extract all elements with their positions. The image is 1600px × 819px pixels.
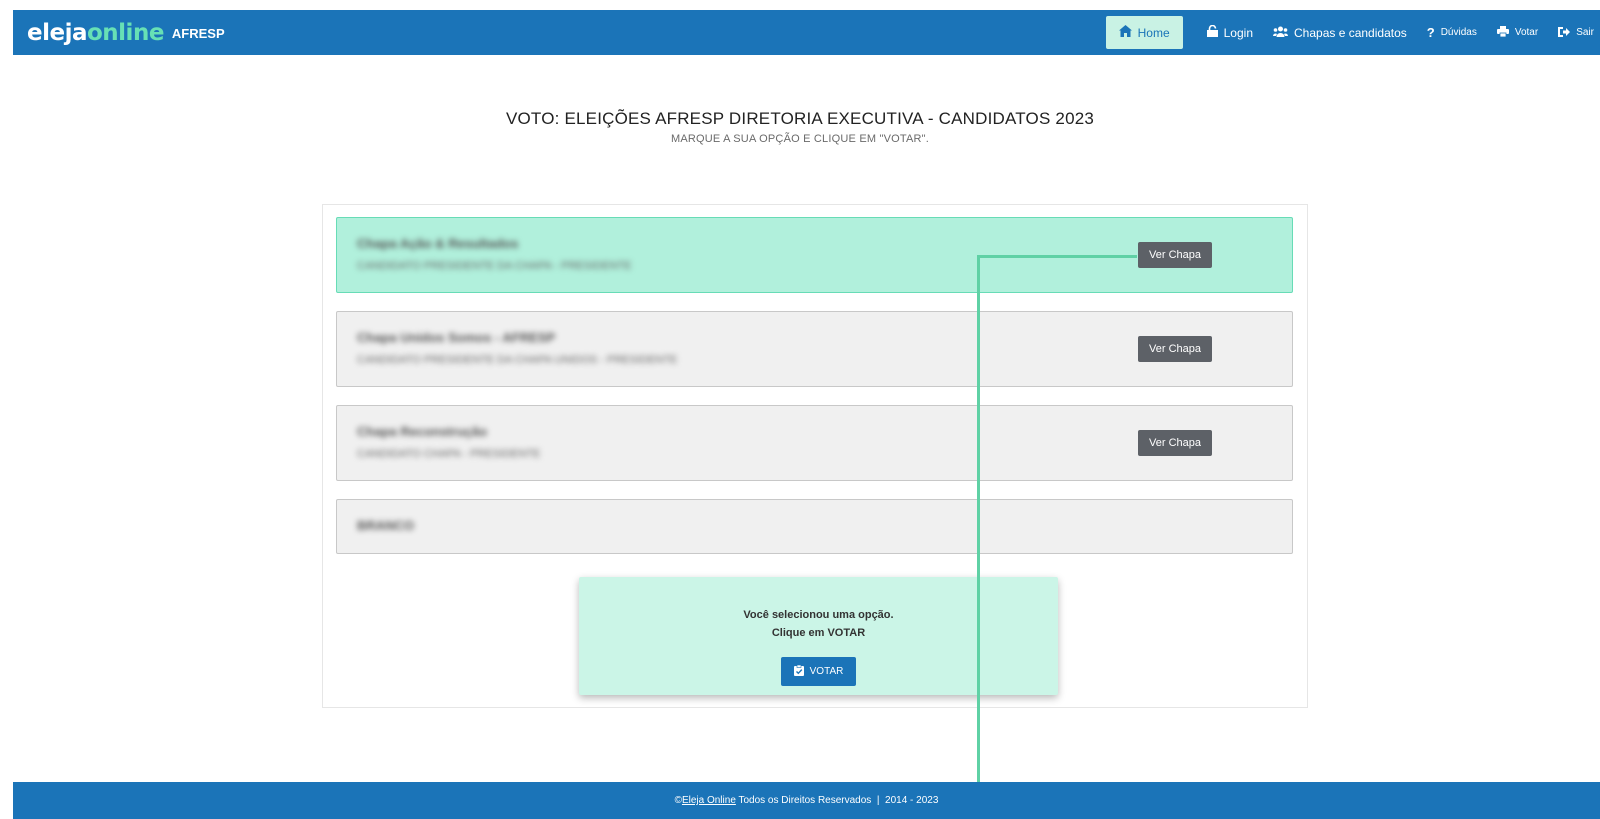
- option-title: Chapa Ação & Resultados: [357, 236, 519, 251]
- ver-chapa-button[interactable]: Ver Chapa: [1138, 336, 1212, 362]
- option-title: Chapa Unidos Somos - AFRESP: [357, 330, 556, 345]
- nav-sair-label: Sair: [1576, 27, 1594, 38]
- clipboard-check-icon: [793, 664, 804, 679]
- option-text: BRANCO: [357, 518, 414, 533]
- option-text: Chapa Ação & Resultados CANDIDATO PRESID…: [357, 236, 631, 272]
- option-subtitle: CANDIDATO PRESIDENTE DA CHAPA UNIDOS - P…: [357, 354, 678, 366]
- ver-chapa-button[interactable]: Ver Chapa: [1138, 430, 1212, 456]
- brand-name: elejaonline: [27, 20, 164, 46]
- nav-chapas-label: Chapas e candidatos: [1294, 25, 1407, 40]
- nav-sair[interactable]: Sair: [1558, 25, 1594, 40]
- page-title: VOTO: ELEIÇÕES AFRESP DIRETORIA EXECUTIV…: [505, 109, 1095, 128]
- option-text: Chapa Reconstrução CANDIDATO CHAPA - PRE…: [357, 424, 540, 460]
- nav-login-label: Login: [1223, 25, 1253, 40]
- ballot-option-2[interactable]: Chapa Unidos Somos - AFRESP CANDIDATO PR…: [336, 311, 1293, 387]
- lock-icon: [1206, 24, 1218, 40]
- brand-name-part2: online: [87, 19, 164, 46]
- ballot-option-1[interactable]: Chapa Ação & Resultados CANDIDATO PRESID…: [336, 217, 1293, 293]
- nav-home-label: Home: [1137, 25, 1170, 40]
- footer-eleja-online-link[interactable]: Eleja Online: [682, 795, 736, 806]
- footer-copyright-symbol: ©: [674, 795, 682, 806]
- nav-home[interactable]: Home: [1105, 16, 1183, 49]
- users-icon: [1273, 25, 1288, 40]
- votar-button-label: VOTAR: [809, 666, 844, 677]
- footer-text: Todos os Direitos Reservados | 2014 - 20…: [735, 795, 939, 806]
- home-icon: [1118, 25, 1132, 40]
- annotation-connector-horizontal: [978, 255, 1137, 258]
- nav-votar-label: Votar: [1514, 27, 1539, 38]
- ver-chapa-button[interactable]: Ver Chapa: [1138, 242, 1212, 268]
- nav-login[interactable]: Login: [1206, 24, 1253, 40]
- footer: © Eleja Online Todos os Direitos Reservad…: [13, 782, 1600, 819]
- page-heading: VOTO: ELEIÇÕES AFRESP DIRETORIA EXECUTIV…: [0, 109, 1600, 145]
- nav-menu: Home Login Chapas e candidatos ? Dúvidas: [1105, 10, 1600, 55]
- option-title: Chapa Reconstrução: [357, 424, 488, 439]
- page-subtitle: MARQUE A SUA OPÇÃO E CLIQUE EM "VOTAR".: [670, 133, 930, 145]
- confirm-instruction: Clique em VOTAR: [771, 627, 866, 639]
- option-title: BRANCO: [357, 518, 415, 533]
- ballot-option-blank[interactable]: BRANCO: [336, 499, 1293, 554]
- votar-button[interactable]: VOTAR: [780, 657, 857, 686]
- confirm-message: Você selecionou uma opção.: [743, 609, 894, 621]
- option-text: Chapa Unidos Somos - AFRESP CANDIDATO PR…: [357, 330, 677, 366]
- printer-icon: [1496, 25, 1509, 40]
- nav-chapas[interactable]: Chapas e candidatos: [1273, 25, 1407, 40]
- ballot-panel: Chapa Ação & Resultados CANDIDATO PRESID…: [322, 204, 1308, 708]
- top-navbar: elejaonline AFRESP Home Login Chapas e c…: [13, 10, 1600, 55]
- annotation-connector-vertical: [977, 255, 980, 819]
- ballot-option-3[interactable]: Chapa Reconstrução CANDIDATO CHAPA - PRE…: [336, 405, 1293, 481]
- sign-out-icon: [1558, 25, 1571, 40]
- nav-votar[interactable]: Votar: [1496, 25, 1539, 40]
- option-subtitle: CANDIDATO CHAPA - PRESIDENTE: [357, 448, 541, 460]
- brand-logo[interactable]: elejaonline AFRESP: [27, 10, 225, 55]
- vote-confirmation-box: Você selecionou uma opção. Clique em VOT…: [579, 577, 1058, 695]
- nav-duvidas[interactable]: ? Dúvidas: [1427, 25, 1477, 40]
- option-subtitle: CANDIDATO PRESIDENTE DA CHAPA - PRESIDEN…: [357, 260, 632, 272]
- brand-name-part1: eleja: [27, 19, 88, 46]
- question-icon: ?: [1426, 25, 1435, 40]
- nav-duvidas-label: Dúvidas: [1440, 27, 1477, 38]
- brand-org: AFRESP: [171, 26, 225, 41]
- page: elejaonline AFRESP Home Login Chapas e c…: [0, 0, 1600, 819]
